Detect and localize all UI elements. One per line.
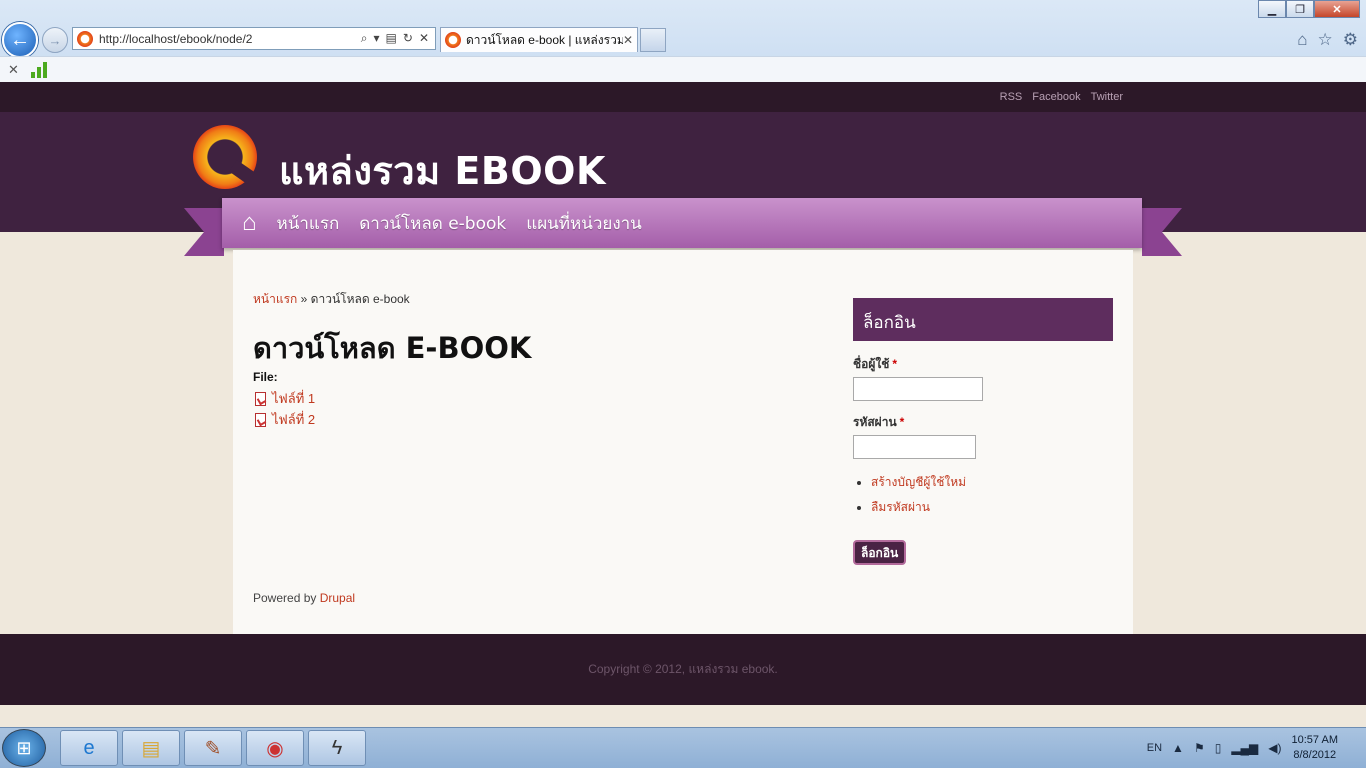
back-icon: ← — [10, 28, 30, 51]
folder-icon: ▤ — [141, 737, 161, 760]
breadcrumb-current: ดาวน์โหลด e-book — [310, 292, 410, 306]
page-title: ดาวน์โหลด E-BOOK — [253, 331, 532, 365]
power-icon[interactable]: ▯ — [1215, 741, 1222, 755]
close-window-button[interactable]: ✕ — [1314, 0, 1360, 18]
copyright-text: Copyright © 2012, แหล่งรวม ebook. — [588, 662, 778, 676]
login-button[interactable]: ล็อกอิน — [853, 540, 907, 565]
powered-by: Powered by Drupal — [253, 591, 355, 605]
forgot-password-link[interactable]: ลืมรหัสผ่าน — [871, 498, 1113, 517]
username-label: ชื่อผู้ใช้ * — [853, 355, 1113, 374]
tab-title: ดาวน์โหลด e-book | แหล่งรวม... — [466, 32, 623, 47]
windows-taskbar: ⊞ e ▤ ✎ ◉ ϟ EN ▲ ⚑ ▯ ▂▄▆ ◀) 10:57 AM 8/8… — [0, 727, 1366, 768]
clock-date: 8/8/2012 — [1293, 749, 1337, 761]
tools-icon[interactable]: ⚙ — [1343, 30, 1358, 50]
site-name[interactable]: แหล่งรวม EBOOK — [279, 140, 606, 201]
rss-link[interactable]: RSS — [1000, 91, 1023, 103]
file-link-2[interactable]: ไฟล์ที่ 2 — [272, 409, 315, 430]
back-button[interactable]: ← — [2, 22, 38, 58]
show-hidden-icons-icon[interactable]: ▲ — [1172, 741, 1184, 755]
create-account-link[interactable]: สร้างบัญชีผู้ใช้ใหม่ — [871, 473, 1113, 492]
ie-icon: e — [83, 736, 95, 759]
new-tab-button[interactable] — [640, 28, 666, 52]
close-bar-icon[interactable]: ✕ — [8, 62, 19, 78]
restore-button[interactable]: ❐ — [1286, 0, 1314, 18]
address-bar[interactable]: http://localhost/ebook/node/2 ⌕ ▾ ▤ ↻ ✕ — [72, 27, 436, 50]
password-label-text: รหัสผ่าน — [853, 415, 897, 429]
taskbar-paint-button[interactable]: ✎ — [184, 730, 242, 766]
signal-bars-icon[interactable] — [30, 61, 47, 78]
taskbar-explorer-button[interactable]: ▤ — [122, 730, 180, 766]
social-links-bar: RSS Facebook Twitter — [0, 82, 1366, 112]
system-tray: EN ▲ ⚑ ▯ ▂▄▆ ◀) 10:57 AM 8/8/2012 — [1147, 728, 1366, 768]
nav-item-map[interactable]: แผนที่หน่วยงาน — [526, 210, 642, 237]
browser-chrome: ▁ ❐ ✕ ← → http://localhost/ebook/node/2 … — [0, 0, 1366, 82]
minimize-button[interactable]: ▁ — [1258, 0, 1286, 18]
chrome-icon: ◉ — [266, 737, 284, 760]
home-icon[interactable]: ⌂ — [242, 211, 257, 235]
ribbon-tail-right — [1142, 208, 1182, 256]
url-text[interactable]: http://localhost/ebook/node/2 — [99, 32, 252, 46]
breadcrumb-home-link[interactable]: หน้าแรก — [253, 292, 297, 306]
web-page: RSS Facebook Twitter แหล่งรวม EBOOK ⌂ หน… — [0, 82, 1366, 727]
action-center-icon[interactable]: ⚑ — [1194, 741, 1205, 755]
dropdown-icon[interactable]: ▾ — [374, 31, 380, 46]
clock-time: 10:57 AM — [1291, 734, 1338, 746]
start-button[interactable]: ⊞ — [2, 729, 46, 767]
password-field[interactable] — [853, 435, 976, 459]
site-favicon — [77, 30, 93, 47]
search-icon[interactable]: ⌕ — [361, 31, 368, 46]
winamp-icon: ϟ — [331, 736, 343, 759]
site-logo[interactable] — [193, 125, 257, 189]
file-label: File: — [253, 370, 278, 384]
username-label-text: ชื่อผู้ใช้ — [853, 357, 890, 371]
favorites-icon[interactable]: ☆ — [1318, 30, 1333, 50]
paint-icon: ✎ — [204, 737, 222, 760]
site-footer: Copyright © 2012, แหล่งรวม ebook. — [0, 634, 1366, 705]
address-tools: ⌕ ▾ ▤ ↻ ✕ — [361, 31, 435, 46]
login-links: สร้างบัญชีผู้ใช้ใหม่ ลืมรหัสผ่าน — [853, 473, 1113, 517]
login-block-title: ล็อกอิน — [853, 298, 1113, 341]
powered-by-text: Powered by — [253, 591, 317, 605]
file-link-1[interactable]: ไฟล์ที่ 1 — [272, 388, 315, 409]
nav-item-home[interactable]: หน้าแรก — [277, 210, 340, 237]
login-block: ล็อกอิน ชื่อผู้ใช้* รหัสผ่าน* สร้างบัญชี… — [853, 298, 1113, 565]
twitter-link[interactable]: Twitter — [1091, 91, 1123, 103]
pdf-icon — [255, 391, 266, 406]
volume-icon[interactable]: ◀) — [1268, 741, 1281, 755]
content-area: หน้าแรก » ดาวน์โหลด e-book ดาวน์โหลด E-B… — [233, 250, 1133, 635]
forward-icon: → — [48, 32, 62, 48]
tab-close-icon[interactable]: ✕ — [623, 33, 633, 47]
taskbar-winamp-button[interactable]: ϟ — [308, 730, 366, 766]
language-indicator[interactable]: EN — [1147, 742, 1162, 754]
username-field[interactable] — [853, 377, 983, 401]
pdf-icon — [255, 412, 266, 427]
home-icon[interactable]: ⌂ — [1297, 30, 1307, 50]
drupal-link[interactable]: Drupal — [320, 591, 355, 605]
window-controls: ▁ ❐ ✕ — [1258, 0, 1360, 18]
forward-button[interactable]: → — [42, 27, 68, 53]
nav-item-download[interactable]: ดาวน์โหลด e-book — [359, 210, 506, 237]
taskbar-ie-button[interactable]: e — [60, 730, 118, 766]
refresh-icon[interactable]: ↻ — [403, 31, 413, 46]
required-mark: * — [899, 415, 905, 429]
network-icon[interactable]: ▂▄▆ — [1231, 741, 1258, 755]
ribbon-tail-left — [184, 208, 224, 256]
taskbar-chrome-button[interactable]: ◉ — [246, 730, 304, 766]
breadcrumb-separator: » — [300, 292, 308, 306]
tab-favicon — [445, 32, 461, 48]
file-item: ไฟล์ที่ 1 — [255, 388, 315, 409]
required-mark: * — [892, 357, 898, 371]
stop-icon[interactable]: ✕ — [419, 31, 429, 46]
password-label: รหัสผ่าน * — [853, 413, 1113, 432]
facebook-link[interactable]: Facebook — [1032, 91, 1080, 103]
browser-tab[interactable]: ดาวน์โหลด e-book | แหล่งรวม... ✕ — [440, 27, 638, 52]
compat-icon[interactable]: ▤ — [386, 31, 397, 46]
command-bar: ✕ — [0, 56, 1366, 82]
file-item: ไฟล์ที่ 2 — [255, 409, 315, 430]
browser-toolbar: ⌂ ☆ ⚙ — [1297, 30, 1358, 50]
main-menu: ⌂ หน้าแรก ดาวน์โหลด e-book แผนที่หน่วยงา… — [222, 198, 1142, 248]
clock[interactable]: 10:57 AM 8/8/2012 — [1292, 733, 1338, 763]
windows-logo-icon: ⊞ — [16, 737, 32, 758]
breadcrumb: หน้าแรก » ดาวน์โหลด e-book — [253, 290, 410, 309]
